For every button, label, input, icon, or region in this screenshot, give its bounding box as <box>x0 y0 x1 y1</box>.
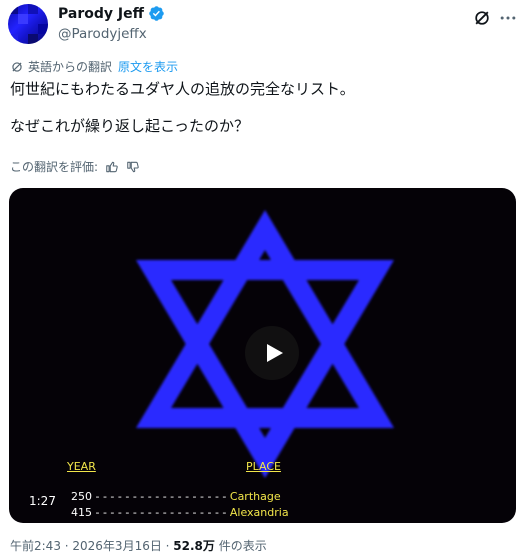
row-place: Carthage <box>229 490 281 503</box>
view-count-suffix: 件の表示 <box>214 539 267 553</box>
display-name[interactable]: Parody Jeff <box>58 6 144 22</box>
row-year: 250 <box>71 490 92 503</box>
video-col-year: YEAR <box>67 460 96 473</box>
tweet-text: 何世紀にもわたるユダヤ人の追放の完全なリスト。 なぜこれが繰り返し起こったのか？ <box>10 80 515 136</box>
tweet-text-line2: なぜこれが繰り返し起こったのか？ <box>10 117 249 135</box>
post-meta: 午前2:43 · 2026年3月16日 · 52.8万 件の表示 <box>10 537 267 554</box>
author-handle[interactable]: @Parodyjeffx <box>58 26 147 42</box>
show-original-link[interactable]: 原文を表示 <box>118 58 178 75</box>
video-col-place: PLACE <box>246 460 281 473</box>
author-name-row[interactable]: Parody Jeff <box>58 5 165 22</box>
video-duration: 1:27 <box>29 494 56 508</box>
translation-notice: 英語からの翻訳 原文を表示 <box>10 58 178 75</box>
tweet-text-line1: 何世紀にもわたるユダヤ人の追放の完全なリスト。 <box>10 80 355 98</box>
rate-translation-label: この翻訳を評価: <box>10 160 99 174</box>
rate-translation: この翻訳を評価: <box>10 158 140 175</box>
avatar[interactable] <box>8 4 48 44</box>
row-year: 415 <box>71 506 92 519</box>
video-row: 415 - - - - - - - - - - - - - - - - - - … <box>71 506 289 519</box>
more-icon[interactable] <box>498 8 518 28</box>
row-place: Alexandria <box>229 506 289 519</box>
verified-badge-icon <box>149 6 164 21</box>
thumbs-down-icon[interactable] <box>126 160 140 174</box>
video-player[interactable]: YEAR PLACE 250 - - - - - - - - - - - - -… <box>9 188 516 523</box>
grok-translate-icon <box>12 61 22 72</box>
post-timestamp[interactable]: 午前2:43 · 2026年3月16日 · <box>10 539 173 553</box>
row-dashes: - - - - - - - - - - - - - - - - - - <box>92 490 230 503</box>
play-icon <box>267 344 283 362</box>
grok-icon[interactable] <box>472 8 492 28</box>
video-row: 250 - - - - - - - - - - - - - - - - - - … <box>71 490 281 503</box>
translation-label: 英語からの翻訳 <box>28 60 113 74</box>
view-count: 52.8万 <box>173 539 215 553</box>
row-dashes: - - - - - - - - - - - - - - - - - - <box>92 506 230 519</box>
thumbs-up-icon[interactable] <box>105 160 119 174</box>
play-button[interactable] <box>245 326 299 380</box>
